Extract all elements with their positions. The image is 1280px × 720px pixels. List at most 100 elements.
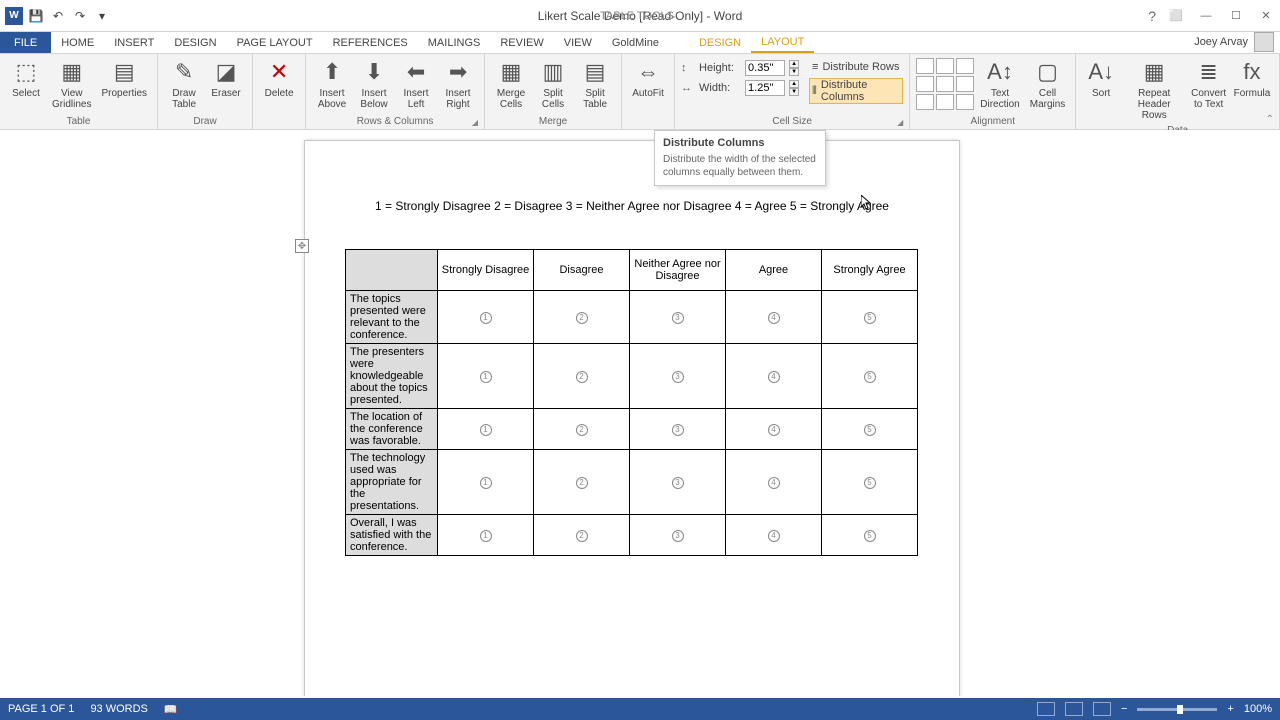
repeat-header-button[interactable]: ▦Repeat Header Rows: [1122, 56, 1186, 123]
read-mode-button[interactable]: [1037, 702, 1055, 716]
radio-icon[interactable]: 4: [768, 371, 780, 383]
radio-icon[interactable]: 4: [768, 312, 780, 324]
user-account[interactable]: Joey Arvay: [1194, 32, 1274, 52]
align-bc[interactable]: [936, 94, 954, 110]
radio-icon[interactable]: 3: [672, 424, 684, 436]
radio-icon[interactable]: 5: [864, 371, 876, 383]
tab-view[interactable]: VIEW: [554, 32, 602, 53]
header-col-5[interactable]: Strongly Agree: [822, 250, 918, 291]
insert-right-button[interactable]: ➡Insert Right: [438, 56, 478, 114]
row-question[interactable]: The technology used was appropriate for …: [346, 450, 438, 515]
align-mr[interactable]: [956, 76, 974, 92]
header-col-1[interactable]: Strongly Disagree: [438, 250, 534, 291]
zoom-out-icon[interactable]: −: [1121, 703, 1127, 715]
tab-design[interactable]: DESIGN: [164, 32, 226, 53]
radio-icon[interactable]: 3: [672, 371, 684, 383]
radio-icon[interactable]: 5: [864, 530, 876, 542]
delete-button[interactable]: ✕Delete: [259, 56, 299, 114]
radio-icon[interactable]: 5: [864, 312, 876, 324]
radio-icon[interactable]: 1: [480, 312, 492, 324]
radio-icon[interactable]: 2: [576, 424, 588, 436]
zoom-in-icon[interactable]: +: [1227, 703, 1233, 715]
radio-icon[interactable]: 1: [480, 371, 492, 383]
radio-icon[interactable]: 4: [768, 424, 780, 436]
height-input[interactable]: [745, 60, 785, 76]
word-app-icon[interactable]: W: [4, 6, 24, 26]
distribute-columns-button[interactable]: ⦀Distribute Columns: [809, 78, 903, 104]
merge-cells-button[interactable]: ▦Merge Cells: [491, 56, 531, 114]
cell-margins-button[interactable]: ▢Cell Margins: [1026, 56, 1070, 114]
tab-table-design[interactable]: DESIGN: [689, 32, 751, 53]
eraser-button[interactable]: ◪Eraser: [206, 56, 246, 114]
tab-review[interactable]: REVIEW: [490, 32, 553, 53]
height-up-icon[interactable]: ▲: [789, 60, 799, 68]
tab-insert[interactable]: INSERT: [104, 32, 164, 53]
split-cells-button[interactable]: ▥Split Cells: [533, 56, 573, 114]
tab-file[interactable]: FILE: [0, 32, 51, 53]
row-question[interactable]: The presenters were knowledgeable about …: [346, 344, 438, 409]
minimize-icon[interactable]: —: [1196, 6, 1216, 26]
sort-button[interactable]: A↓Sort: [1082, 56, 1120, 123]
tab-mailings[interactable]: MAILINGS: [418, 32, 491, 53]
likert-table[interactable]: Strongly Disagree Disagree Neither Agree…: [345, 249, 918, 556]
radio-icon[interactable]: 5: [864, 424, 876, 436]
radio-icon[interactable]: 2: [576, 530, 588, 542]
autofit-button[interactable]: ⇔AutoFit: [628, 56, 668, 114]
properties-button[interactable]: ▤Properties: [97, 56, 151, 114]
zoom-slider[interactable]: [1137, 708, 1217, 711]
radio-icon[interactable]: 1: [480, 477, 492, 489]
split-table-button[interactable]: ▤Split Table: [575, 56, 615, 114]
row-question[interactable]: Overall, I was satisfied with the confer…: [346, 515, 438, 556]
header-col-4[interactable]: Agree: [726, 250, 822, 291]
radio-icon[interactable]: 3: [672, 312, 684, 324]
rows-cols-launcher-icon[interactable]: ◢: [472, 118, 478, 127]
tab-goldmine[interactable]: GoldMine: [602, 32, 669, 53]
collapse-ribbon-icon[interactable]: ⌃: [1266, 114, 1274, 125]
header-blank[interactable]: [346, 250, 438, 291]
insert-below-button[interactable]: ⬇Insert Below: [354, 56, 394, 114]
radio-icon[interactable]: 2: [576, 371, 588, 383]
align-br[interactable]: [956, 94, 974, 110]
row-question[interactable]: The topics presented were relevant to th…: [346, 291, 438, 344]
cell-size-launcher-icon[interactable]: ◢: [897, 118, 903, 127]
redo-icon[interactable]: ↷: [70, 6, 90, 26]
zoom-level[interactable]: 100%: [1244, 703, 1272, 715]
tab-references[interactable]: REFERENCES: [323, 32, 418, 53]
radio-icon[interactable]: 3: [672, 477, 684, 489]
align-bl[interactable]: [916, 94, 934, 110]
align-tr[interactable]: [956, 58, 974, 74]
width-down-icon[interactable]: ▼: [789, 88, 799, 96]
text-direction-button[interactable]: A↕Text Direction: [976, 56, 1023, 114]
header-col-2[interactable]: Disagree: [534, 250, 630, 291]
insert-left-button[interactable]: ⬅Insert Left: [396, 56, 436, 114]
convert-to-text-button[interactable]: ≣Convert to Text: [1188, 56, 1229, 123]
formula-button[interactable]: fxFormula: [1231, 56, 1273, 123]
radio-icon[interactable]: 5: [864, 477, 876, 489]
width-input[interactable]: [745, 80, 785, 96]
insert-above-button[interactable]: ⬆Insert Above: [312, 56, 352, 114]
undo-icon[interactable]: ↶: [48, 6, 68, 26]
header-col-3[interactable]: Neither Agree nor Disagree: [630, 250, 726, 291]
align-mc[interactable]: [936, 76, 954, 92]
height-down-icon[interactable]: ▼: [789, 68, 799, 76]
row-question[interactable]: The location of the conference was favor…: [346, 409, 438, 450]
align-tl[interactable]: [916, 58, 934, 74]
help-icon[interactable]: ?: [1148, 8, 1156, 24]
proofing-icon[interactable]: 📖: [164, 703, 178, 716]
document-area[interactable]: Distribute Columns Distribute the width …: [0, 130, 1280, 696]
align-ml[interactable]: [916, 76, 934, 92]
maximize-icon[interactable]: ☐: [1226, 6, 1246, 26]
tab-page-layout[interactable]: PAGE LAYOUT: [227, 32, 323, 53]
align-tc[interactable]: [936, 58, 954, 74]
distribute-rows-button[interactable]: ≡Distribute Rows: [809, 60, 903, 74]
table-move-handle-icon[interactable]: ✥: [295, 239, 309, 253]
tab-home[interactable]: HOME: [51, 32, 104, 53]
tab-table-layout[interactable]: LAYOUT: [751, 32, 814, 53]
radio-icon[interactable]: 4: [768, 530, 780, 542]
close-icon[interactable]: ✕: [1256, 6, 1276, 26]
view-gridlines-button[interactable]: ▦View Gridlines: [48, 56, 95, 114]
radio-icon[interactable]: 1: [480, 424, 492, 436]
draw-table-button[interactable]: ✎Draw Table: [164, 56, 204, 114]
ribbon-options-icon[interactable]: ⬜: [1166, 6, 1186, 26]
page-indicator[interactable]: PAGE 1 OF 1: [8, 703, 74, 716]
